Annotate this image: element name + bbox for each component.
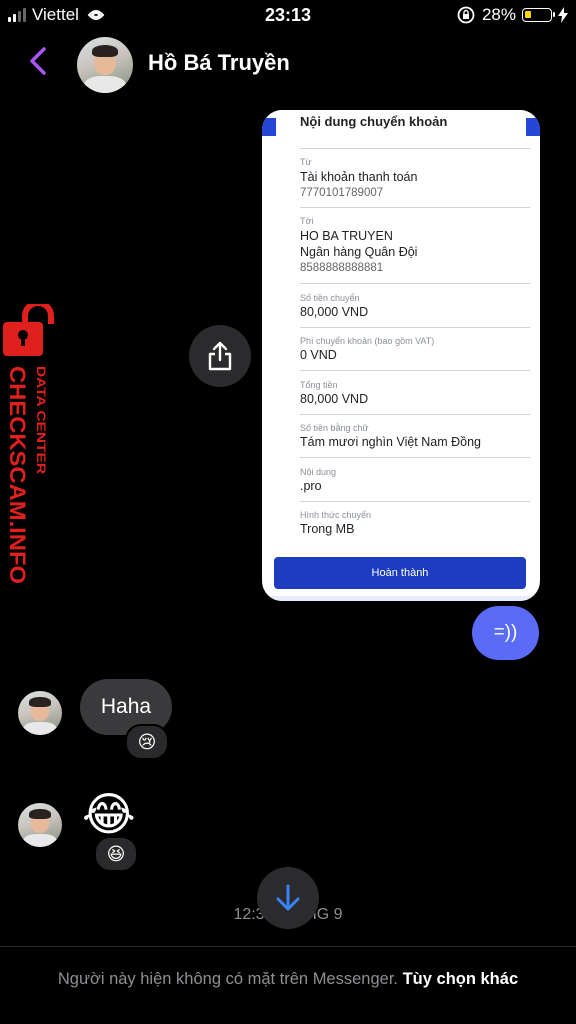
laughing-reaction[interactable]: 😆	[94, 836, 138, 872]
scroll-to-bottom-button[interactable]	[257, 867, 319, 929]
done-button: Hoàn thành	[274, 557, 526, 589]
amount-label: Số tiền chuyển	[300, 293, 360, 303]
contact-avatar[interactable]	[77, 37, 133, 93]
sender-avatar[interactable]	[18, 691, 62, 735]
from-label: Từ	[300, 157, 312, 167]
transfer-receipt-image[interactable]: Nội dung chuyển khoản Từ Tài khoản thanh…	[262, 110, 540, 601]
rotation-lock-icon	[457, 6, 475, 24]
share-button[interactable]	[189, 325, 251, 387]
content-label: Nội dung	[300, 467, 337, 477]
from-account-name: Tài khoản thanh toán	[300, 170, 418, 184]
notice-text: Người này hiện không có mặt trên Messeng…	[57, 970, 398, 988]
method-label: Hình thức chuyển	[300, 510, 372, 520]
status-bar: Viettel 23:13 28%	[0, 0, 576, 32]
total-label: Tổng tiền	[300, 380, 338, 390]
laughing-emoji-message[interactable]: 😂	[82, 788, 136, 840]
fee-label: Phí chuyển khoản (bao gồm VAT)	[300, 336, 435, 346]
lock-icon	[3, 304, 54, 356]
unavailable-notice: Người này hiện không có mặt trên Messeng…	[30, 968, 546, 991]
battery-icon	[522, 8, 555, 22]
from-account-number: 7770101789007	[300, 187, 384, 199]
svg-text:CHECKSCAM.INFO: CHECKSCAM.INFO	[5, 366, 28, 584]
status-right: 28%	[456, 5, 568, 25]
method-value: Trong MB	[300, 522, 355, 536]
contact-name[interactable]: Hồ Bá Truyền	[148, 50, 290, 76]
charging-icon	[558, 7, 568, 23]
svg-text:DATA CENTER: DATA CENTER	[34, 366, 48, 474]
to-account-number: 8588888888881	[300, 262, 384, 274]
amount-value: 80,000 VND	[300, 305, 369, 319]
crying-reaction[interactable]: 😢	[125, 724, 169, 760]
outgoing-message[interactable]: =))	[472, 606, 539, 660]
share-icon	[208, 341, 232, 371]
content-value: .pro	[300, 479, 322, 493]
chevron-left-icon[interactable]	[24, 46, 54, 76]
words-value: Tám mươi nghìn Việt Nam Đồng	[300, 435, 481, 449]
chat-header: Hồ Bá Truyền	[0, 32, 576, 96]
to-label: Tới	[300, 216, 314, 226]
words-label: Số tiền bằng chữ	[300, 423, 369, 433]
receipt-card: Nội dung chuyển khoản Từ Tài khoản thanh…	[276, 110, 530, 570]
arrow-down-icon	[276, 884, 300, 911]
more-options-link[interactable]: Tùy chọn khác	[403, 970, 519, 988]
watermark-brand: CHECKSCAM.INFO	[5, 366, 28, 584]
sender-avatar[interactable]	[18, 803, 62, 847]
total-value: 80,000 VND	[300, 392, 369, 406]
watermark-subtitle: DATA CENTER	[34, 366, 48, 474]
to-bank: Ngân hàng Quân Đội	[300, 245, 418, 259]
footer-divider	[0, 946, 576, 947]
battery-percent: 28%	[481, 5, 516, 24]
to-name: HO BA TRUYEN	[300, 229, 393, 243]
receipt-title: Nội dung chuyển khoản	[300, 114, 448, 129]
fee-value: 0 VND	[300, 348, 337, 362]
